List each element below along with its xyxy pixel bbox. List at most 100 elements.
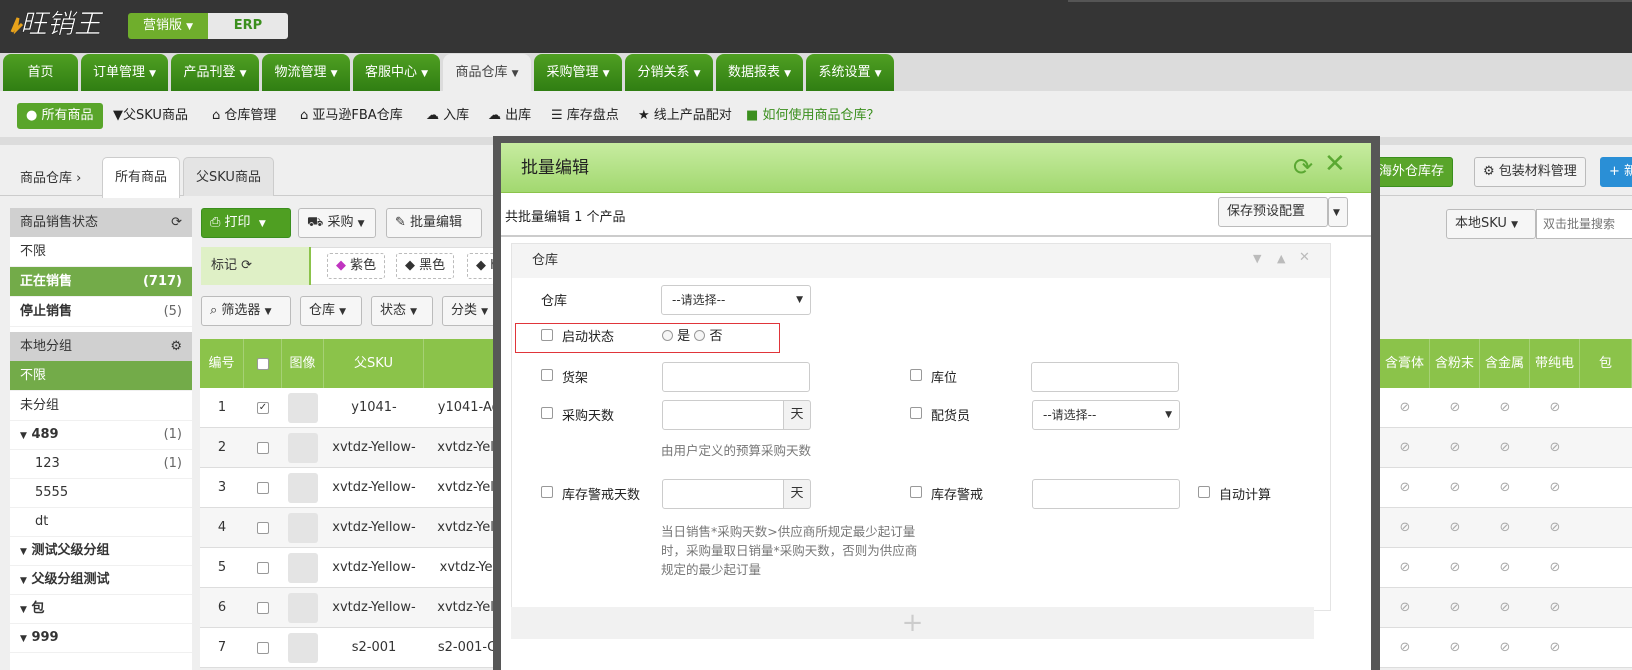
sidebar-title: 商品销售状态 (20, 215, 99, 230)
status-filter[interactable]: 状态 ▼ (371, 296, 433, 326)
add-button[interactable]: + 新 (1600, 157, 1632, 187)
purchase-days-checkbox[interactable] (541, 407, 553, 419)
filter-button[interactable]: ⌕ 筛选器 ▼ (201, 296, 291, 326)
subnav-inbound[interactable]: ☁ 入库 (426, 103, 469, 129)
group-test-parent[interactable]: ▼ 测试父级分组 (10, 536, 192, 566)
nav-reports[interactable]: 数据报表 ▼ (716, 54, 803, 92)
app-logo[interactable]: 旺销王 (6, 2, 124, 42)
save-preset-dropdown[interactable]: ▼ (1328, 197, 1348, 227)
row-checkbox[interactable]: ✓ (257, 401, 269, 414)
edition-dropdown[interactable]: 营销版 ▼ (128, 13, 208, 39)
location-input[interactable] (1031, 362, 1179, 392)
sku-type-dropdown[interactable]: 本地SKU ▼ (1446, 209, 1536, 239)
tab-parent-sku[interactable]: 父SKU商品 (183, 157, 274, 196)
expand-icon[interactable]: ▲ (1277, 252, 1285, 265)
row-checkbox[interactable] (257, 441, 269, 454)
gear-icon[interactable]: ⚙ (170, 332, 182, 361)
allocator-select[interactable]: --请选择-- ▼ (1032, 400, 1180, 430)
tags-title[interactable]: 标记 ⟳ (201, 247, 311, 285)
header-select-all[interactable] (244, 339, 282, 388)
nav-purchase[interactable]: 采购管理 ▼ (534, 54, 622, 92)
remove-section-icon[interactable]: ✕ (1299, 250, 1310, 265)
group-489[interactable]: ▼ 489 (1) (10, 420, 192, 450)
print-button[interactable]: ⎙ 打印 ▼ (201, 208, 291, 238)
subnav-warehouse-mgmt[interactable]: ⌂ 仓库管理 (212, 103, 276, 129)
nav-logistics[interactable]: 物流管理 ▼ (262, 54, 350, 92)
subnav-all-products[interactable]: ● 所有商品 (17, 103, 103, 129)
close-icon[interactable]: ✕ (1324, 149, 1346, 179)
batch-search-input[interactable] (1536, 209, 1632, 239)
group-5555[interactable]: 5555 (10, 478, 192, 508)
tag-purple[interactable]: ◆ 紫色 (327, 253, 386, 279)
nav-warehouse[interactable]: 商品仓库 ▼ (443, 54, 531, 92)
row-checkbox[interactable] (257, 521, 269, 534)
nav-home[interactable]: 首页 (3, 54, 78, 92)
group-parent-test[interactable]: ▼ 父级分组测试 (10, 565, 192, 595)
select-all-checkbox[interactable] (256, 357, 269, 370)
nav-distribution[interactable]: 分销关系 ▼ (625, 54, 713, 92)
subnav-fba[interactable]: ⌂ 亚马逊FBA仓库 (300, 103, 403, 129)
breadcrumb-root[interactable]: 商品仓库 (20, 171, 72, 186)
purchase-days-input[interactable] (662, 400, 784, 430)
group-123[interactable]: 123 (1) (10, 449, 192, 479)
radio-yes[interactable] (662, 330, 673, 341)
product-image[interactable] (288, 512, 318, 543)
stock-warn-checkbox[interactable] (910, 486, 922, 498)
product-image[interactable] (288, 472, 318, 503)
refresh-icon[interactable]: ⟳ (1293, 153, 1313, 181)
save-preset-button[interactable]: 保存预设配置 (1218, 197, 1328, 227)
radio-no[interactable] (694, 330, 706, 341)
auto-calc-checkbox[interactable] (1198, 486, 1210, 498)
sales-status-stopped[interactable]: 停止销售 (5) (10, 297, 192, 327)
subnav-stocktake[interactable]: ☰ 库存盘点 (551, 103, 619, 129)
add-section-button[interactable]: + (511, 607, 1314, 639)
erp-button[interactable]: ERP (208, 13, 288, 39)
shelf-checkbox[interactable] (541, 369, 553, 381)
sales-status-selling[interactable]: 正在销售 (717) (10, 267, 192, 297)
purchase-button[interactable]: ⛟ 采购 ▼ (298, 208, 376, 238)
stock-warn-input[interactable] (1032, 479, 1180, 509)
tab-all-products[interactable]: 所有商品 (102, 157, 181, 198)
warehouse-select[interactable]: --请选择-- ▼ (661, 285, 811, 315)
product-image[interactable] (288, 632, 318, 663)
product-image[interactable] (288, 552, 318, 583)
row-checkbox[interactable] (257, 641, 269, 654)
subnav-outbound[interactable]: ☁ 出库 (488, 103, 531, 129)
row-checkbox[interactable] (257, 561, 269, 574)
printer-icon: ⎙ (210, 215, 221, 230)
collapse-icon[interactable]: ▼ (1253, 252, 1261, 265)
subnav-online-match[interactable]: ★ 线上产品配对 (638, 103, 732, 129)
nav-listing[interactable]: 产品刊登 ▼ (171, 54, 259, 92)
group-any[interactable]: 不限 (10, 361, 192, 391)
location-checkbox[interactable] (910, 369, 922, 381)
warehouse-filter[interactable]: 仓库 ▼ (300, 296, 362, 326)
nav-service[interactable]: 客服中心 ▼ (353, 54, 440, 92)
tag-black[interactable]: ◆ 黑色 (396, 253, 455, 279)
allocator-checkbox[interactable] (910, 407, 922, 419)
stock-warn-days-checkbox[interactable] (541, 486, 553, 498)
stock-warn-days-input[interactable] (662, 479, 784, 509)
nav-settings[interactable]: 系统设置 ▼ (806, 54, 894, 92)
product-image[interactable] (288, 432, 318, 463)
group-dt[interactable]: dt (10, 507, 192, 537)
group-bag[interactable]: ▼ 包 (10, 594, 192, 624)
packaging-button[interactable]: ⚙ 包装材料管理 (1474, 157, 1586, 187)
refresh-icon[interactable]: ⟳ (171, 208, 182, 237)
subnav-parent-sku[interactable]: ▼父SKU商品 (113, 103, 188, 129)
enable-status-checkbox[interactable] (541, 329, 553, 341)
subnav-help[interactable]: ■ 如何使用商品仓库？ (746, 103, 879, 129)
product-image[interactable] (288, 392, 318, 423)
select-value: --请选择-- (672, 293, 726, 307)
subnav-label: 如何使用商品仓库？ (762, 108, 880, 123)
product-image[interactable] (288, 592, 318, 623)
overseas-stock-button[interactable]: 海外仓库存 (1370, 157, 1454, 187)
sales-status-any[interactable]: 不限 (10, 237, 192, 267)
row-checkbox[interactable] (257, 481, 269, 494)
group-ungrouped[interactable]: 未分组 (10, 391, 192, 421)
row-checkbox[interactable] (257, 601, 269, 614)
shelf-input[interactable] (662, 362, 810, 392)
nav-orders[interactable]: 订单管理 ▼ (81, 54, 168, 92)
group-999[interactable]: ▼ 999 (10, 623, 192, 653)
batch-edit-button[interactable]: ✎ 批量编辑 (386, 208, 482, 238)
item-count: (717) (142, 274, 182, 289)
